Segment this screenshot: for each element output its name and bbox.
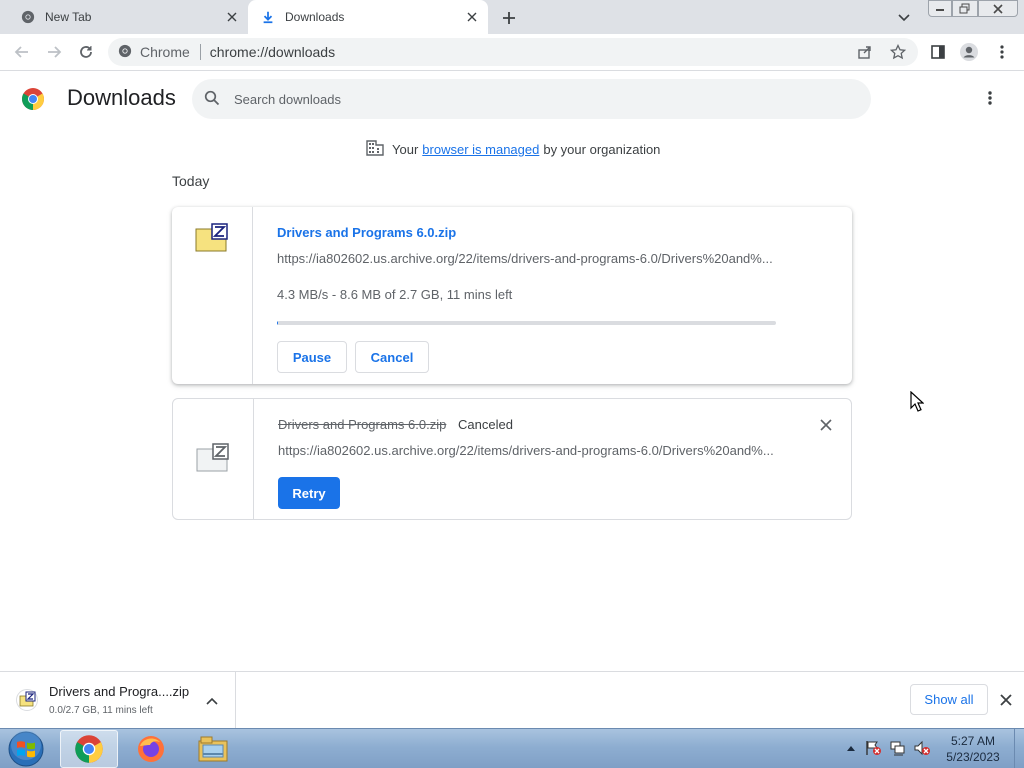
downloads-menu-icon[interactable] [980, 88, 1000, 108]
chrome-logo [21, 87, 45, 111]
side-panel-icon[interactable] [928, 42, 948, 62]
retry-button[interactable]: Retry [278, 477, 340, 509]
canceled-filename: Drivers and Programs 6.0.zip [278, 417, 447, 432]
minimize-button[interactable] [928, 0, 952, 17]
omnibox[interactable]: Chrome chrome://downloads [108, 38, 918, 66]
managed-suffix: by your organization [543, 142, 661, 157]
download-card-active: Drivers and Programs 6.0.zip https://ia8… [172, 207, 852, 384]
canceled-tag: Canceled [458, 417, 513, 432]
download-progress-bar [277, 321, 776, 325]
new-tab-button[interactable] [498, 7, 520, 29]
download-shelf: Drivers and Progra....zip 0.0/2.7 GB, 11… [0, 671, 1024, 728]
tab-search-chevron-icon[interactable] [894, 8, 914, 28]
page-title: Downloads [67, 85, 176, 110]
shelf-item-status: 0.0/2.7 GB, 11 mins left [49, 705, 153, 716]
progress-fill [277, 321, 279, 325]
zip-file-icon [16, 689, 38, 711]
mouse-cursor-icon [910, 390, 925, 415]
taskbar-explorer-icon[interactable] [184, 730, 242, 768]
cancel-button[interactable]: Cancel [355, 341, 429, 373]
building-icon [366, 140, 384, 159]
download-url[interactable]: https://ia802602.us.archive.org/22/items… [277, 251, 777, 266]
close-shelf-icon[interactable] [996, 690, 1016, 710]
section-date-heading: Today [172, 173, 210, 189]
restore-button[interactable] [952, 0, 978, 17]
share-icon[interactable] [855, 42, 875, 62]
tab-strip: New Tab Downloads [0, 0, 1024, 34]
card-divider [252, 207, 253, 384]
search-icon [204, 90, 220, 109]
remove-from-list-icon[interactable] [818, 417, 834, 433]
zip-file-icon [195, 223, 229, 253]
taskbar-chrome-icon[interactable] [60, 730, 118, 768]
chevron-up-icon[interactable] [203, 692, 221, 710]
taskbar: 5:27 AM 5/23/2023 [0, 728, 1024, 768]
browser-toolbar: Chrome chrome://downloads [0, 34, 1024, 71]
search-downloads-input[interactable] [234, 91, 834, 107]
download-url[interactable]: https://ia802602.us.archive.org/22/items… [278, 443, 778, 458]
profile-avatar-icon[interactable] [959, 42, 979, 62]
download-status: 4.3 MB/s - 8.6 MB of 2.7 GB, 11 mins lef… [277, 287, 513, 302]
tab-title: Downloads [285, 10, 345, 24]
volume-muted-icon[interactable] [913, 739, 931, 757]
reload-icon[interactable] [76, 42, 96, 62]
shelf-download-item[interactable]: Drivers and Progra....zip 0.0/2.7 GB, 11… [0, 672, 236, 728]
tray-expand-icon[interactable] [842, 739, 860, 757]
download-filename-link[interactable]: Drivers and Programs 6.0.zip [277, 225, 456, 240]
clock-date: 5/23/2023 [946, 750, 1000, 764]
download-card-canceled: Drivers and Programs 6.0.zip Canceled ht… [172, 398, 852, 520]
omnibox-url[interactable]: chrome://downloads [210, 44, 335, 60]
card-divider [253, 399, 254, 519]
clock-time: 5:27 AM [950, 734, 996, 748]
chrome-icon [118, 44, 132, 61]
managed-notice: Your browser is managed by your organiza… [366, 140, 660, 159]
pause-button[interactable]: Pause [277, 341, 347, 373]
show-desktop-button[interactable] [1014, 729, 1024, 768]
chrome-icon [20, 9, 36, 25]
browser-managed-link[interactable]: browser is managed [422, 142, 539, 157]
show-all-button[interactable]: Show all [910, 684, 988, 715]
windows-start-icon[interactable] [6, 731, 46, 767]
close-tab-icon[interactable] [224, 9, 240, 25]
omnibox-divider [199, 44, 201, 60]
forward-icon[interactable] [44, 42, 64, 62]
close-tab-icon[interactable] [464, 9, 480, 25]
tab-downloads[interactable]: Downloads [248, 0, 488, 34]
tab-title: New Tab [45, 10, 92, 24]
action-center-flag-icon[interactable] [864, 739, 882, 757]
bookmark-star-icon[interactable] [888, 42, 908, 62]
search-box[interactable] [192, 79, 871, 119]
zip-file-icon [196, 443, 230, 473]
tab-new-tab[interactable]: New Tab [0, 0, 248, 34]
managed-prefix: Your [392, 142, 419, 157]
back-icon[interactable] [12, 42, 32, 62]
network-icon[interactable] [889, 739, 907, 757]
taskbar-firefox-icon[interactable] [122, 730, 180, 768]
close-window-button[interactable] [978, 0, 1018, 17]
shelf-item-name: Drivers and Progra....zip [49, 684, 190, 699]
menu-kebab-icon[interactable] [992, 42, 1012, 62]
omnibox-site-label: Chrome [140, 44, 190, 60]
download-icon [260, 9, 276, 25]
taskbar-clock[interactable]: 5:27 AM 5/23/2023 [940, 733, 1006, 765]
